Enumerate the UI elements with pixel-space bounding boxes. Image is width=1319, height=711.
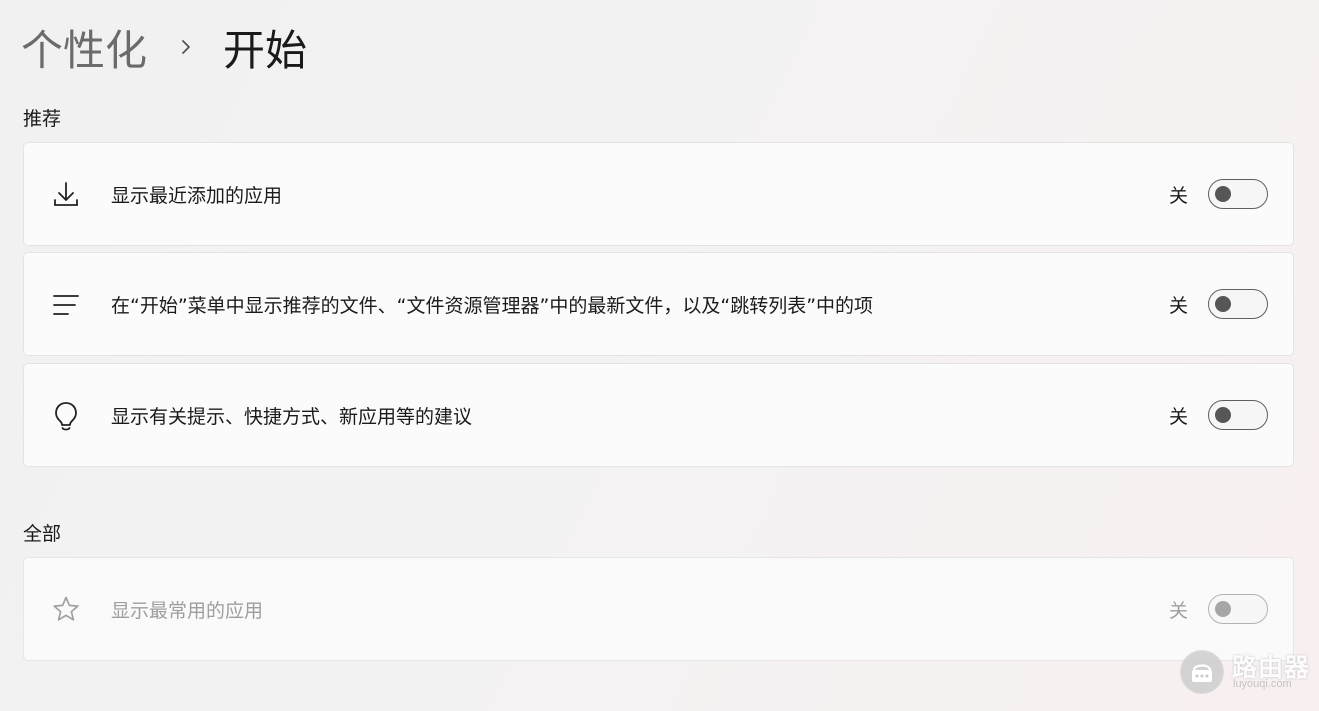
toggle-knob [1215,186,1231,202]
toggle-switch-suggestions[interactable] [1208,400,1268,430]
setting-label: 显示有关提示、快捷方式、新应用等的建议 [111,405,473,428]
toggle-switch-recent-apps[interactable] [1208,179,1268,209]
setting-row-suggestions: 显示有关提示、快捷方式、新应用等的建议 关 [23,363,1294,467]
toggle-knob [1215,407,1231,423]
setting-row-most-used-apps: 显示最常用的应用 关 [23,557,1294,661]
setting-row-recommended-files: 在“开始”菜单中显示推荐的文件、“文件资源管理器”中的最新文件，以及“跳转列表”… [23,252,1294,356]
star-icon [53,596,79,621]
breadcrumb-parent[interactable]: 个性化 [21,17,147,78]
download-icon [54,182,78,206]
toggle-switch-most-used-apps [1208,594,1268,624]
chevron-right-icon [182,40,190,54]
toggle-knob [1215,296,1231,312]
setting-label: 显示最常用的应用 [111,599,264,622]
toggle-switch-recommended-files[interactable] [1208,289,1268,319]
section-title-recommended: 推荐 [23,108,62,130]
toggle-state-text: 关 [1169,599,1189,622]
toggle-state-text: 关 [1169,405,1189,428]
toggle-state-text: 关 [1169,294,1189,317]
setting-label: 在“开始”菜单中显示推荐的文件、“文件资源管理器”中的最新文件，以及“跳转列表”… [111,294,874,317]
toggle-knob [1215,601,1231,617]
list-icon [53,295,79,315]
section-title-all: 全部 [23,523,62,545]
watermark: 路由器 luyouqi.com [1180,648,1310,698]
lightbulb-icon [55,402,77,431]
router-logo-icon [1180,650,1224,694]
breadcrumb: 个性化 开始 [21,18,307,76]
toggle-state-text: 关 [1169,184,1189,207]
page-title: 开始 [223,25,308,75]
setting-label: 显示最近添加的应用 [111,184,283,207]
watermark-url: luyouqi.com [1233,678,1292,690]
setting-row-recent-apps: 显示最近添加的应用 关 [23,142,1294,246]
